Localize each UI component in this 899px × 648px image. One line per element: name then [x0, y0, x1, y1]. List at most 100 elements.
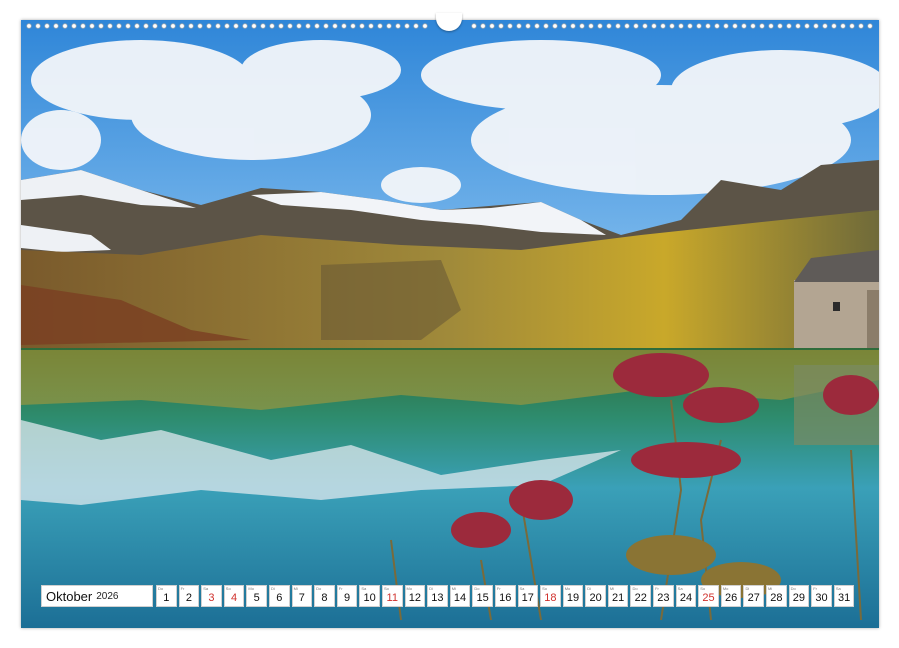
day-number: 30: [815, 592, 828, 604]
day-number: 20: [589, 592, 602, 604]
weekday-label: So: [700, 586, 706, 591]
day-number: 4: [231, 592, 238, 604]
day-number: 5: [253, 592, 260, 604]
calendar-bar: Oktober 2026 Do 1 Fr 2 Sa 3 So 4 Mo 5 Di 6 Mi 7 Do 8 Fr 9…: [41, 585, 856, 607]
weekday-label: So: [542, 586, 547, 591]
year: 2026: [96, 590, 119, 602]
day-cell: Mo 12: [404, 585, 426, 607]
day-cell: So 18: [540, 585, 561, 607]
weekday-label: Do: [158, 586, 164, 591]
day-cell: Mo 19: [562, 585, 584, 607]
weekday-label: Mi: [451, 586, 456, 591]
day-number: 29: [792, 592, 806, 604]
day-cell: Do 22: [630, 585, 652, 607]
day-number: 10: [363, 592, 376, 604]
day-number: 3: [208, 592, 215, 604]
weekday-label: Fr: [813, 586, 817, 591]
day-cell: Sa 3: [201, 585, 222, 607]
day-strip: Do 1 Fr 2 Sa 3 So 4 Mo 5 Di 6 Mi 7 Do 8 Fr 9 Sa 10 So 11 Mo 12 D…: [156, 585, 856, 607]
month-label: Oktober 2026: [41, 585, 153, 607]
day-cell: Mi 28: [766, 585, 787, 607]
day-cell: Sa 17: [517, 585, 539, 607]
weekday-label: Do: [316, 586, 322, 591]
day-cell: So 25: [698, 585, 719, 607]
weekday-label: Do: [790, 586, 796, 591]
day-cell: Sa 31: [833, 585, 855, 607]
day-number: 12: [408, 592, 421, 604]
calendar-page: [21, 20, 879, 628]
day-cell: Fr 16: [494, 585, 516, 607]
day-number: 17: [521, 592, 534, 604]
weekday-label: Sa: [677, 586, 683, 591]
weekday-label: Mo: [406, 586, 413, 591]
day-cell: So 11: [381, 585, 403, 607]
day-number: 6: [276, 592, 283, 604]
day-cell: Mo 5: [246, 585, 267, 607]
day-cell: Sa 24: [675, 585, 697, 607]
day-number: 28: [770, 592, 783, 604]
day-number: 23: [657, 592, 670, 604]
weekday-label: Mo: [248, 586, 254, 591]
day-number: 21: [612, 592, 625, 604]
day-cell: Do 8: [314, 585, 335, 607]
weekday-label: Sa: [203, 586, 209, 591]
weekday-label: Mi: [609, 586, 615, 591]
day-number: 1: [163, 592, 170, 604]
day-cell: Do 15: [472, 585, 493, 607]
weekday-label: Mi: [768, 586, 773, 591]
day-number: 26: [725, 592, 738, 604]
weekday-label: Fr: [496, 586, 501, 591]
day-cell: Fr 30: [811, 585, 832, 607]
weekday-label: Do: [474, 586, 480, 591]
day-cell: Do 1: [156, 585, 177, 607]
weekday-label: Mo: [722, 586, 729, 591]
weekday-label: So: [383, 586, 389, 591]
day-cell: Fr 2: [178, 585, 200, 607]
day-number: 2: [185, 592, 192, 604]
weekday-label: Mo: [564, 586, 571, 591]
day-cell: Mo 26: [720, 585, 742, 607]
weekday-label: Sa: [519, 586, 525, 591]
weekday-label: So: [225, 586, 231, 591]
day-number: 22: [634, 592, 647, 604]
month-name: Oktober: [46, 588, 93, 604]
day-cell: Fr 9: [336, 585, 358, 607]
day-number: 25: [702, 592, 715, 604]
landscape-photo: [21, 20, 879, 628]
day-cell: Do 29: [788, 585, 810, 607]
weekday-label: Di: [745, 586, 750, 591]
day-cell: Di 20: [585, 585, 606, 607]
day-cell: Mi 14: [449, 585, 471, 607]
day-cell: Mi 21: [607, 585, 629, 607]
day-number: 7: [298, 592, 305, 604]
day-cell: Mi 7: [291, 585, 313, 607]
day-number: 31: [837, 592, 851, 604]
day-cell: Di 13: [427, 585, 448, 607]
weekday-label: Sa: [835, 586, 841, 591]
day-number: 19: [566, 592, 580, 604]
day-number: 18: [544, 592, 557, 604]
day-cell: Sa 10: [359, 585, 380, 607]
day-number: 15: [476, 592, 489, 604]
day-cell: So 4: [223, 585, 245, 607]
weekday-label: Di: [270, 586, 275, 591]
day-number: 9: [343, 592, 351, 604]
weekday-label: Di: [429, 586, 433, 591]
weekday-label: Fr: [338, 586, 343, 591]
weekday-label: Mi: [293, 586, 298, 591]
weekday-label: Fr: [655, 586, 659, 591]
day-cell: Fr 23: [653, 585, 674, 607]
day-number: 13: [431, 592, 444, 604]
weekday-label: Sa: [361, 586, 367, 591]
day-number: 8: [321, 592, 328, 604]
day-number: 24: [679, 592, 693, 604]
day-number: 16: [499, 592, 512, 604]
day-number: 14: [453, 592, 467, 604]
day-number: 27: [747, 592, 760, 604]
weekday-label: Di: [587, 586, 592, 591]
day-cell: Di 27: [743, 585, 765, 607]
day-number: 11: [386, 592, 398, 604]
day-cell: Di 6: [268, 585, 290, 607]
weekday-label: Do: [632, 586, 638, 591]
weekday-label: Fr: [180, 586, 185, 591]
